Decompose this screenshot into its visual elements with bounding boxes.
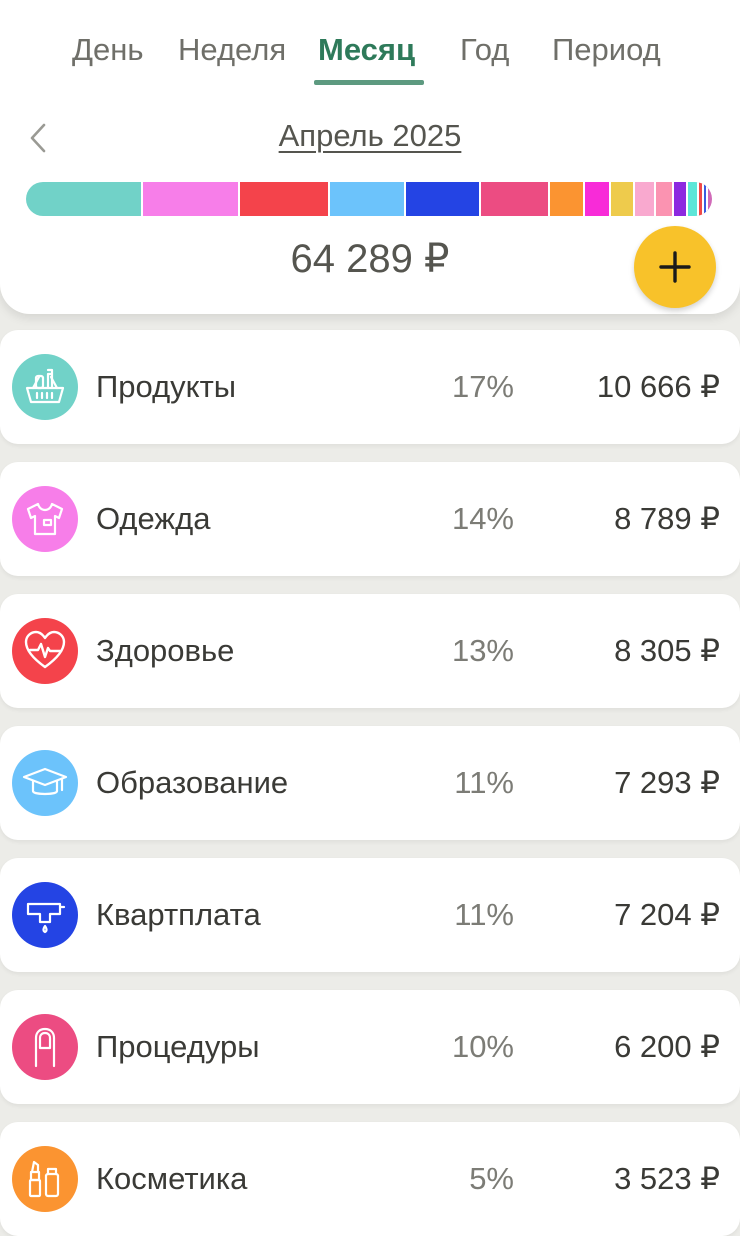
tab-year[interactable]: Год xyxy=(460,28,509,72)
tshirt-icon xyxy=(26,502,64,536)
distribution-segment xyxy=(239,182,330,216)
category-percent: 17% xyxy=(451,369,514,404)
distribution-segment xyxy=(329,182,406,216)
category-icon-circle xyxy=(12,486,78,552)
tab-month[interactable]: Месяц xyxy=(318,28,415,72)
heart-pulse-icon xyxy=(24,630,66,669)
category-icon-circle xyxy=(12,354,78,420)
nail-icon xyxy=(34,1027,56,1068)
category-percent: 10% xyxy=(451,1029,514,1064)
category-row-procedures[interactable]: Процедуры 10% 6 200 ₽ xyxy=(0,990,740,1104)
category-name: Квартплата xyxy=(96,897,261,932)
active-tab-indicator xyxy=(314,80,424,85)
month-title[interactable]: Апрель 2025 xyxy=(0,118,740,154)
period-tabs: День Неделя Месяц Год Период xyxy=(0,28,740,88)
category-amount: 7 293 ₽ xyxy=(614,765,720,800)
category-amount: 8 305 ₽ xyxy=(614,633,720,668)
category-icon-circle xyxy=(12,1146,78,1212)
tab-period[interactable]: Период xyxy=(552,28,661,72)
faucet-icon xyxy=(26,902,66,934)
category-amount: 8 789 ₽ xyxy=(614,501,720,536)
distribution-segment xyxy=(635,182,656,216)
distribution-segment xyxy=(26,182,144,216)
category-icon-circle xyxy=(12,882,78,948)
tab-week[interactable]: Неделя xyxy=(178,28,286,72)
category-name: Одежда xyxy=(96,501,211,536)
chevron-left-icon[interactable] xyxy=(24,118,54,158)
category-distribution-bar xyxy=(26,182,712,216)
tab-day[interactable]: День xyxy=(72,28,144,72)
category-row-education[interactable]: Образование 11% 7 293 ₽ xyxy=(0,726,740,840)
distribution-segment xyxy=(550,182,585,216)
distribution-segment xyxy=(143,182,240,216)
category-name: Образование xyxy=(96,765,289,800)
distribution-segment xyxy=(405,182,482,216)
category-amount: 10 666 ₽ xyxy=(596,369,720,404)
category-percent: 5% xyxy=(469,1161,514,1196)
category-icon-circle xyxy=(12,618,78,684)
plus-icon xyxy=(659,251,691,283)
category-name: Косметика xyxy=(96,1161,248,1196)
category-percent: 14% xyxy=(451,501,514,536)
category-name: Здоровье xyxy=(96,633,235,668)
category-row-utilities[interactable]: Квартплата 11% 7 204 ₽ xyxy=(0,858,740,972)
distribution-segment xyxy=(656,182,674,216)
distribution-segment xyxy=(708,182,712,216)
category-name: Процедуры xyxy=(96,1029,260,1064)
distribution-segment xyxy=(584,182,612,216)
category-row-groceries[interactable]: Продукты 17% 10 666 ₽ xyxy=(0,330,740,444)
category-row-cosmetics[interactable]: Косметика 5% 3 523 ₽ xyxy=(0,1122,740,1236)
grocery-basket-icon xyxy=(25,368,65,404)
distribution-segment xyxy=(673,182,688,216)
category-icon-circle xyxy=(12,1014,78,1080)
category-row-health[interactable]: Здоровье 13% 8 305 ₽ xyxy=(0,594,740,708)
total-amount: 64 289 ₽ xyxy=(290,237,450,281)
category-percent: 11% xyxy=(454,765,514,800)
category-row-clothing[interactable]: Одежда 14% 8 789 ₽ xyxy=(0,462,740,576)
graduation-cap-icon xyxy=(22,767,68,796)
distribution-segment xyxy=(687,182,699,216)
distribution-segment xyxy=(611,182,636,216)
category-amount: 6 200 ₽ xyxy=(614,1029,720,1064)
category-amount: 3 523 ₽ xyxy=(614,1161,720,1196)
add-expense-button[interactable] xyxy=(634,226,716,308)
lipstick-icon xyxy=(28,1160,60,1198)
category-percent: 13% xyxy=(451,633,514,668)
category-icon-circle xyxy=(12,750,78,816)
category-percent: 11% xyxy=(454,897,514,932)
category-amount: 7 204 ₽ xyxy=(614,897,720,932)
summary-header: День Неделя Месяц Год Период Апрель 2025… xyxy=(0,0,740,314)
category-name: Продукты xyxy=(96,369,237,404)
distribution-segment xyxy=(481,182,551,216)
